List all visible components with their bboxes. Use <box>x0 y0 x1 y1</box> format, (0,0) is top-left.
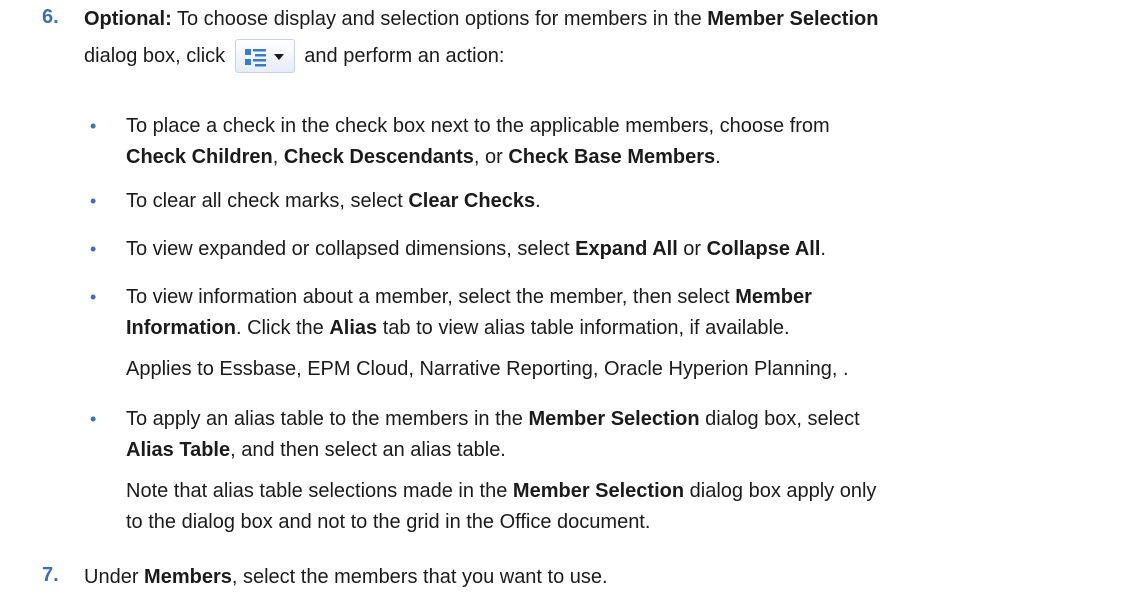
applies-to-note: Applies to Essbase, EPM Cloud, Narrative… <box>126 358 849 380</box>
optional-label: Optional: <box>84 8 172 30</box>
bullet-marker: • <box>90 191 97 211</box>
member-options-dropdown-icon[interactable] <box>234 39 295 73</box>
members-term: Members <box>144 566 232 588</box>
member-selection-term: Member Selection <box>707 8 879 30</box>
step-number: 6. <box>42 6 59 28</box>
bullet-marker: • <box>90 287 97 307</box>
list-item: • To view expanded or collapsed dimensio… <box>84 236 1124 263</box>
bullet-marker: • <box>90 239 97 259</box>
bullet-marker: • <box>90 116 97 136</box>
step-number: 7. <box>42 564 59 586</box>
list-item: • To place a check in the check box next… <box>90 115 830 168</box>
bullet-marker: • <box>90 409 97 429</box>
step-7: 7. Under Members, select the members tha… <box>42 564 608 588</box>
list-item: • To clear all check marks, select Clear… <box>84 188 1124 215</box>
list-item: • To apply an alias table to the members… <box>90 408 860 461</box>
step-6-text: Optional: To choose display and selectio… <box>84 6 1124 73</box>
list-item: • To view information about a member, se… <box>90 286 812 339</box>
alias-note: Note that alias table selections made in… <box>126 480 877 533</box>
step-6: 6. Optional: To choose display and selec… <box>42 6 1124 73</box>
document-page: 6. Optional: To choose display and selec… <box>0 0 1132 599</box>
